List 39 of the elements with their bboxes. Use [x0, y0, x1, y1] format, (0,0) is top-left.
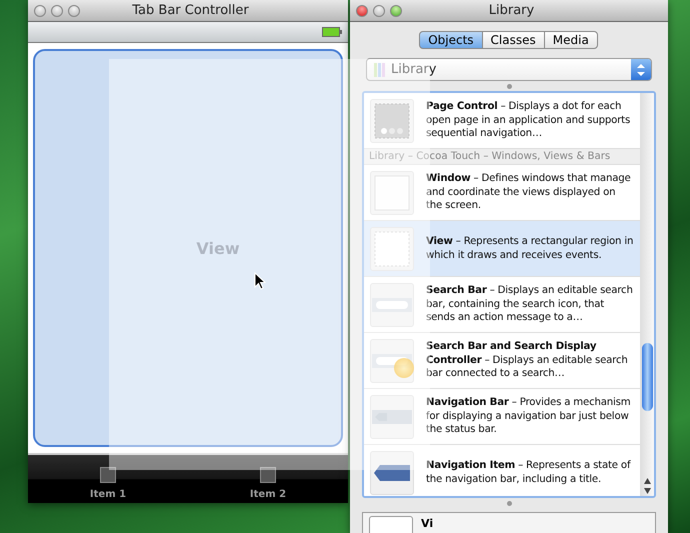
library-item[interactable]: Page Control – Displays a dot for each open page in an application and supports sequential navigation…: [364, 93, 640, 149]
minimize-button[interactable]: [373, 4, 385, 16]
item-description: Search Bar – Displays an editable search bar, containing the search icon, that sends an action message to a…: [426, 284, 634, 325]
battery-icon: [322, 27, 342, 37]
library-item[interactable]: View – Represents a rectangular region in which it draws and receives events.: [364, 221, 640, 277]
section-header: Library – Cocoa Touch – Windows, Views & Bars: [364, 149, 640, 165]
placeholder-icon: [100, 467, 116, 483]
zoom-button[interactable]: [390, 4, 402, 16]
detail-name: Vi: [421, 517, 434, 530]
scroll-bar[interactable]: [640, 93, 654, 496]
window-button[interactable]: [34, 4, 46, 16]
item-description: View – Represents a rectangular region in which it draws and receives events.: [426, 235, 634, 262]
library-popup[interactable]: Library: [366, 58, 652, 81]
segment-tab[interactable]: Media: [544, 31, 598, 49]
scroll-down-icon[interactable]: [644, 488, 650, 494]
tab-bar-item[interactable]: Item 2: [188, 455, 348, 503]
scroll-thumb[interactable]: [642, 343, 652, 411]
window-button[interactable]: [51, 4, 63, 16]
segment-tab[interactable]: Classes: [482, 31, 545, 49]
item-description: Navigation Bar – Provides a mechanism for displaying a navigation bar just below the status bar.: [426, 396, 632, 437]
close-button[interactable]: [356, 4, 368, 16]
navigation-item-icon: [374, 464, 410, 480]
item-description: Navigation Item – Represents a state of the navigation bar, including a title.: [426, 459, 632, 486]
scroll-up-icon[interactable]: [644, 478, 650, 484]
window-button[interactable]: [68, 4, 80, 16]
tab-bar-item[interactable]: Item 1: [28, 455, 188, 503]
item-description: Page Control – Displays a dot for each open page in an application and supports sequential navigation…: [426, 100, 632, 141]
splitter-handle[interactable]: [506, 500, 512, 506]
segment-tab[interactable]: Objects: [419, 31, 483, 49]
item-description: Window – Defines windows that manage and coordinate the views displayed on the screen.: [426, 172, 632, 213]
library-icon: [373, 62, 387, 78]
window-title: Library: [488, 3, 536, 18]
splitter-handle[interactable]: [506, 84, 512, 88]
window-title: Tab Bar Controller: [131, 3, 250, 18]
placeholder-icon: [260, 467, 276, 483]
stepper-arrows-icon: [637, 64, 645, 76]
item-description: Search Bar and Search Display Controller – Displays an editable search bar connected to a search…: [426, 340, 629, 381]
cursor-icon: [254, 272, 266, 290]
navigation-bar-icon: [372, 410, 412, 424]
